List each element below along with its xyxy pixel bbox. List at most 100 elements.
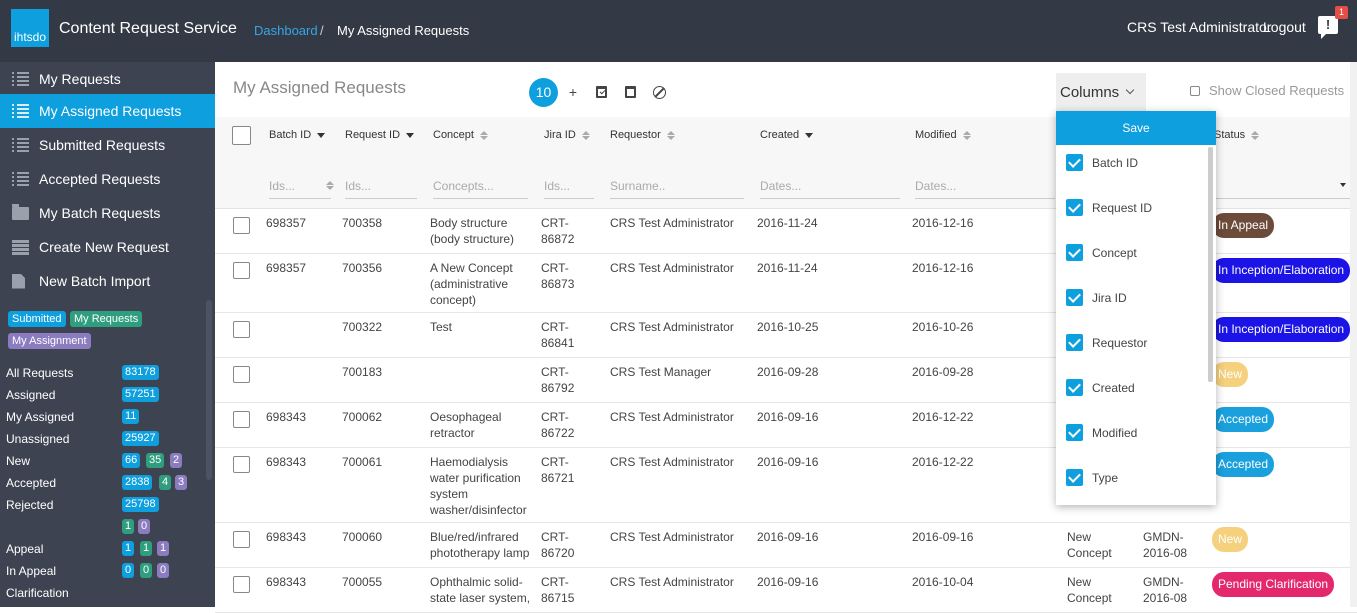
stat-count[interactable]: 35 bbox=[146, 453, 165, 468]
col-header-modified[interactable]: Modified bbox=[915, 129, 971, 141]
assign-calendar-icon[interactable] bbox=[596, 86, 607, 98]
col-header-requestor[interactable]: Requestor bbox=[610, 129, 675, 141]
filter-tag-submitted[interactable]: Submitted bbox=[8, 311, 66, 327]
cell-jira[interactable]: CRT-86715 bbox=[541, 574, 587, 606]
main-scrollbar[interactable] bbox=[1350, 62, 1357, 607]
checkbox-checked[interactable] bbox=[1066, 289, 1083, 306]
col-header-concept[interactable]: Concept bbox=[433, 129, 488, 141]
sidebar-item-submitted-requests[interactable]: Submitted Requests bbox=[0, 128, 215, 162]
row-checkbox[interactable] bbox=[233, 366, 250, 383]
checkbox-checked[interactable] bbox=[1066, 469, 1083, 486]
filter-tag-my-assignment[interactable]: My Assignment bbox=[8, 333, 91, 349]
stat-count[interactable]: 2838 bbox=[122, 475, 153, 490]
stat-count[interactable]: 1 bbox=[122, 519, 135, 534]
cell-req[interactable]: 700356 bbox=[342, 260, 422, 276]
cell-req[interactable]: 700060 bbox=[342, 529, 422, 545]
filter-requestor[interactable]: Surname.. bbox=[610, 173, 744, 199]
stat-count[interactable]: 25798 bbox=[122, 497, 159, 512]
show-closed-requests-toggle[interactable]: Show Closed Requests bbox=[1190, 83, 1344, 98]
sidebar-item-my-requests[interactable]: My Requests bbox=[0, 62, 215, 96]
stat-count[interactable]: 0 bbox=[138, 519, 151, 534]
column-option-request-id[interactable]: Request ID bbox=[1066, 199, 1152, 216]
column-option-type[interactable]: Type bbox=[1066, 469, 1118, 486]
columns-dropdown-button[interactable]: Columns bbox=[1056, 73, 1146, 111]
stat-count[interactable]: 1 bbox=[157, 541, 170, 556]
column-option-created[interactable]: Created bbox=[1066, 379, 1135, 396]
stat-count[interactable]: 0 bbox=[122, 563, 135, 578]
filter-batch-id[interactable]: Ids... bbox=[269, 173, 334, 199]
cell-jira[interactable]: CRT-86872 bbox=[541, 215, 587, 247]
column-option-modified[interactable]: Modified bbox=[1066, 424, 1137, 441]
column-option-requestor[interactable]: Requestor bbox=[1066, 334, 1147, 351]
stat-count[interactable]: 25927 bbox=[122, 431, 159, 446]
stat-count[interactable]: 66 bbox=[122, 453, 141, 468]
checkbox-checked[interactable] bbox=[1066, 199, 1083, 216]
stat-count[interactable]: 4 bbox=[159, 475, 172, 490]
stat-count[interactable]: 57251 bbox=[122, 387, 159, 402]
stat-count[interactable]: 1 bbox=[140, 541, 153, 556]
calendar-icon[interactable] bbox=[625, 86, 636, 98]
show-closed-checkbox[interactable] bbox=[1190, 85, 1200, 96]
sidebar-item-accepted-requests[interactable]: Accepted Requests bbox=[0, 162, 215, 196]
cell-jira[interactable]: CRT-86722 bbox=[541, 409, 587, 441]
column-option-jira-id[interactable]: Jira ID bbox=[1066, 289, 1127, 306]
cell-jira[interactable]: CRT-86841 bbox=[541, 319, 587, 351]
sidebar-item-my-assigned-requests[interactable]: My Assigned Requests bbox=[0, 94, 215, 128]
stat-count[interactable]: 11 bbox=[122, 409, 140, 424]
current-user-name[interactable]: CRS Test Administrator bbox=[1127, 19, 1271, 35]
row-checkbox[interactable] bbox=[233, 217, 250, 234]
stat-count[interactable]: 2 bbox=[170, 453, 183, 468]
filter-concept[interactable]: Concepts... bbox=[433, 173, 528, 199]
stat-count[interactable]: 83178 bbox=[122, 365, 159, 380]
select-all-checkbox[interactable] bbox=[232, 126, 251, 145]
cell-req[interactable]: 700055 bbox=[342, 574, 422, 590]
row-checkbox[interactable] bbox=[233, 531, 250, 548]
logout-link[interactable]: Logout bbox=[1263, 19, 1306, 35]
ihtsdo-logo[interactable]: ihtsdo bbox=[11, 9, 49, 47]
filter-modified[interactable]: Dates... bbox=[915, 173, 1055, 199]
filter-created[interactable]: Dates... bbox=[760, 173, 900, 199]
row-checkbox[interactable] bbox=[233, 411, 250, 428]
cell-req[interactable]: 700183 bbox=[342, 364, 422, 380]
checkbox-checked[interactable] bbox=[1066, 334, 1083, 351]
filter-jira-id[interactable]: Ids... bbox=[544, 173, 594, 199]
checkbox-checked[interactable] bbox=[1066, 379, 1083, 396]
column-option-concept[interactable]: Concept bbox=[1066, 244, 1137, 261]
column-option-batch-id[interactable]: Batch ID bbox=[1066, 154, 1138, 171]
row-checkbox[interactable] bbox=[233, 321, 250, 338]
ban-icon[interactable] bbox=[653, 86, 666, 99]
cell-req[interactable]: 700061 bbox=[342, 454, 422, 470]
sidebar-item-new-batch-import[interactable]: New Batch Import bbox=[0, 264, 215, 298]
col-header-batch-id[interactable]: Batch ID bbox=[269, 129, 326, 141]
col-header-created[interactable]: Created bbox=[760, 129, 814, 141]
row-checkbox[interactable] bbox=[233, 456, 250, 473]
sidebar-item-create-new-request[interactable]: Create New Request bbox=[0, 230, 215, 264]
checkbox-checked[interactable] bbox=[1066, 244, 1083, 261]
breadcrumb-dashboard-link[interactable]: Dashboard bbox=[254, 23, 318, 38]
cell-jira[interactable]: CRT-86721 bbox=[541, 454, 587, 486]
cell-jira[interactable]: CRT-86792 bbox=[541, 364, 587, 396]
add-icon[interactable]: + bbox=[566, 84, 580, 100]
col-header-status[interactable]: Status bbox=[1214, 129, 1260, 141]
row-checkbox[interactable] bbox=[233, 576, 250, 593]
filter-request-id[interactable]: Ids... bbox=[345, 173, 417, 199]
col-header-request-id[interactable]: Request ID bbox=[345, 129, 415, 141]
stat-count[interactable]: 1 bbox=[122, 541, 135, 556]
sidebar-item-my-batch-requests[interactable]: My Batch Requests bbox=[0, 196, 215, 230]
row-checkbox[interactable] bbox=[233, 262, 250, 279]
columns-menu-scrollbar[interactable] bbox=[1208, 147, 1213, 382]
cell-req[interactable]: 700062 bbox=[342, 409, 422, 425]
sidebar-scrollbar[interactable] bbox=[206, 300, 212, 480]
cell-jira[interactable]: CRT-86873 bbox=[541, 260, 587, 292]
cell-req[interactable]: 700358 bbox=[342, 215, 422, 231]
checkbox-checked[interactable] bbox=[1066, 154, 1083, 171]
filter-status[interactable] bbox=[1214, 173, 1350, 199]
checkbox-checked[interactable] bbox=[1066, 424, 1083, 441]
stat-count[interactable]: 0 bbox=[157, 563, 170, 578]
stat-count[interactable]: 0 bbox=[140, 563, 153, 578]
columns-save-button[interactable]: Save bbox=[1056, 111, 1216, 145]
cell-req[interactable]: 700322 bbox=[342, 319, 422, 335]
app-title[interactable]: Content Request Service bbox=[59, 20, 237, 38]
filter-tag-my-requests[interactable]: My Requests bbox=[70, 311, 143, 327]
stat-count[interactable]: 3 bbox=[175, 475, 188, 490]
